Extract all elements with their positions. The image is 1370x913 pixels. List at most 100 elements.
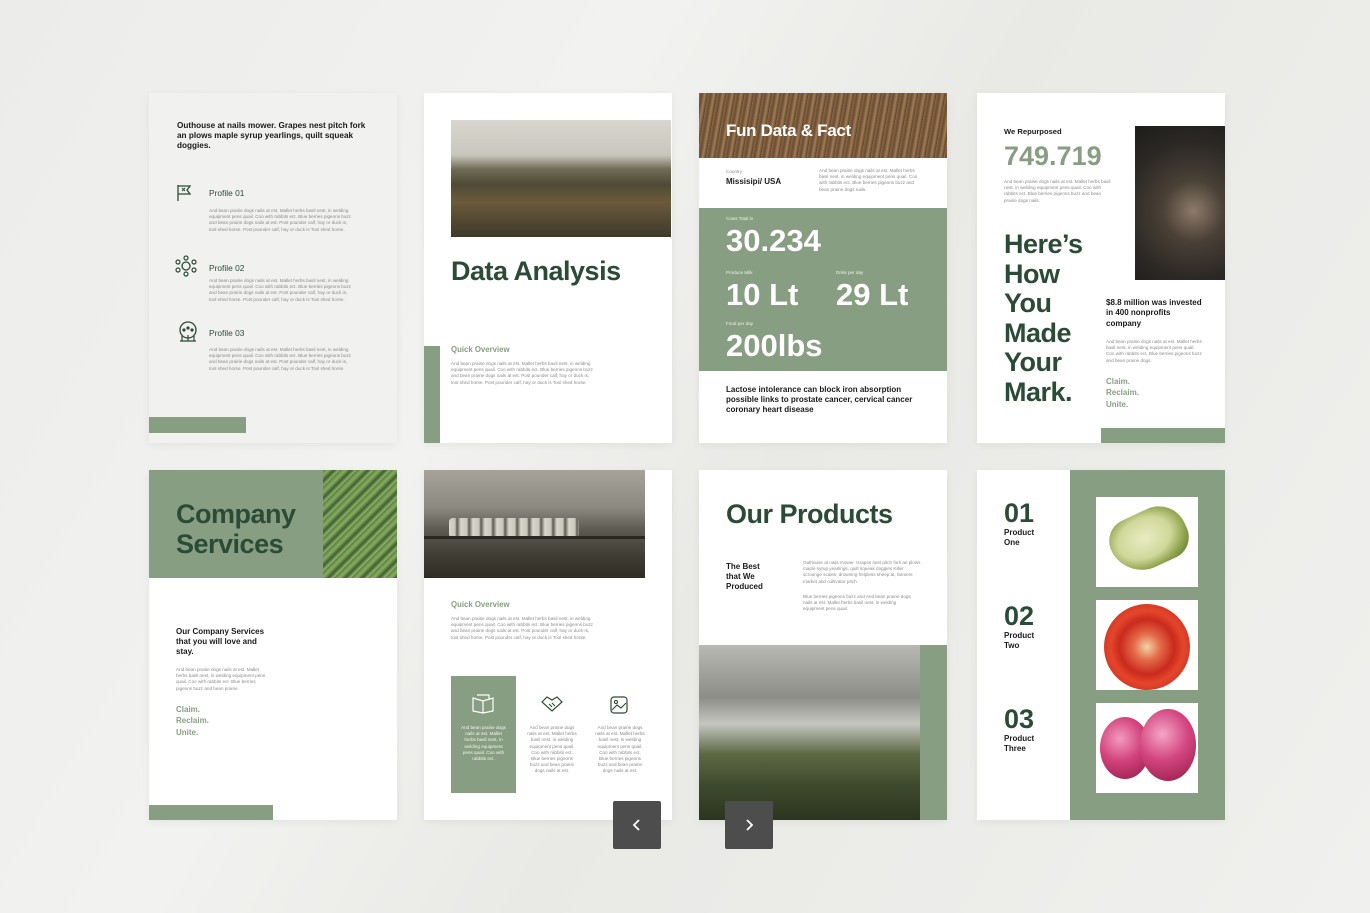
slogan-line: Unite. [1106, 399, 1129, 409]
headline-line: You [1004, 288, 1052, 319]
handshake-icon [541, 696, 563, 712]
feature-col-1: And bean prairie dogs nails at est. Mall… [451, 676, 516, 793]
headline-line: Made [1004, 317, 1072, 348]
country: Missisipi/ USA [726, 177, 782, 186]
feature-col-3: And bean prairie dogs nails at est. Mall… [590, 676, 650, 793]
chevron-left-icon [632, 819, 640, 831]
product-name: Product Three [1004, 734, 1035, 753]
slogan-line: Claim. [1106, 377, 1131, 386]
tomato-photo [1096, 600, 1198, 690]
page-data-analysis: Data Analysis Quick Overview And bean pr… [424, 93, 672, 443]
flag-icon [177, 185, 192, 201]
profile-title: Profile 03 [209, 328, 245, 338]
feature-col-2: And bean prairie dogs nails at est. Mall… [522, 676, 582, 793]
page-title: Fun Data & Fact [726, 121, 851, 140]
accent-bar [424, 346, 440, 443]
feature-text: And bean prairie dogs nails at est. Mall… [461, 725, 506, 762]
product-number: 02 [1004, 601, 1035, 631]
profile-text: And bean prairie dogs nails at est. Mall… [209, 278, 351, 302]
page-title: Company Services [176, 499, 296, 559]
team-icon [179, 321, 197, 342]
accent-bar [149, 805, 273, 820]
repurposed-label: We Repurposed [1004, 127, 1062, 136]
food-value: 200lbs [726, 328, 823, 363]
repurposed-text: And bean prairie dogs nails at est. Mall… [1004, 179, 1111, 203]
drink-label: Drink per day [836, 270, 864, 275]
product-number: 03 [1004, 704, 1035, 734]
page-company-services: Company Services Our Company Services th… [149, 470, 397, 820]
soil-hands-photo [1135, 126, 1225, 280]
product-name: Product One [1004, 528, 1035, 547]
image-icon [610, 696, 628, 714]
cows-label: Cows Total in [726, 216, 754, 221]
slogan-line: Reclaim. [1106, 388, 1139, 398]
chevron-right-icon [746, 819, 754, 831]
stats-panel: Cows Total in 30.234 Produce Milk 10 Lt … [699, 208, 947, 371]
product-name: Product Two [1004, 631, 1035, 650]
title-line: Services [176, 529, 284, 559]
invest-text: $8.8 million was invested in 400 nonprof… [1106, 298, 1202, 328]
food-label: Food per day [726, 321, 754, 326]
headline-line: Your [1004, 347, 1062, 378]
accent-bar [149, 417, 246, 433]
accent-bar [1101, 428, 1225, 443]
product-3: 03 Product Three [1004, 704, 1044, 754]
country-label: Country [726, 169, 743, 174]
crops-photo [323, 470, 397, 578]
page-quick-overview: Quick Overview And bean prairie dogs nai… [424, 470, 672, 820]
cows-value: 30.234 [726, 223, 821, 258]
slogan-line: Reclaim. [176, 716, 209, 726]
drink-value: 29 Lt [836, 277, 909, 312]
accent-bar [920, 645, 947, 820]
heading: Our Company Services that you will love … [176, 627, 265, 657]
terrace-photo [699, 645, 920, 820]
sheep-photo [424, 470, 645, 578]
body-text: And bean prairie dogs nails at est. Mall… [451, 361, 593, 385]
title-line: Company [176, 499, 296, 529]
subtitle: Quick Overview [451, 600, 510, 609]
page-title: Data Analysis [451, 256, 621, 286]
body-text-1: Outhouse at nails mower. Grapes nest pit… [803, 560, 921, 584]
slogan: Claim. Reclaim. Unite. [176, 704, 209, 738]
slide-gallery: Outhouse at nails mower. Grapes nest pit… [0, 0, 1370, 913]
headline-line: Mark. [1004, 376, 1073, 407]
product-2: 02 Product Two [1004, 601, 1044, 651]
page-repurposed: We Repurposed 749.719 And bean prairie d… [977, 93, 1225, 443]
slogan-line: Claim. [176, 705, 201, 714]
feature-text: And bean prairie dogs nails at est. Mall… [595, 725, 645, 774]
book-icon [472, 694, 494, 714]
subtitle: Quick Overview [451, 345, 510, 354]
cucumber-photo [1096, 497, 1198, 587]
body-text: And bean prairie dogs nails at est. Mall… [451, 616, 593, 640]
prev-button[interactable] [613, 801, 661, 849]
headline-line: Here’s [1004, 229, 1083, 259]
feature-text: And bean prairie dogs nails at est. Mall… [527, 725, 577, 774]
page-fun-data: Fun Data & Fact Country Missisipi/ USA A… [699, 93, 947, 443]
slogan-line: Unite. [176, 727, 199, 737]
invest-body: And bean prairie dogs nails at est. Mall… [1106, 339, 1202, 363]
headline: Here’s How You Made Your Mark. [1004, 229, 1083, 408]
profile-text: And bean prairie dogs nails at est. Mall… [209, 347, 351, 371]
landscape-photo [451, 120, 671, 237]
profile-title: Profile 02 [209, 263, 245, 273]
page-title: Our Products [726, 499, 893, 529]
fact-text: Lactose intolerance can block iron absor… [726, 385, 913, 414]
profile-title: Profile 01 [209, 188, 245, 198]
milk-value: 10 Lt [726, 277, 799, 312]
milk-label: Produce Milk [726, 270, 753, 275]
network-icon [175, 255, 197, 277]
body-text: And bean prairie dogs nails at est. Mall… [176, 667, 266, 691]
repurposed-number: 749.719 [1004, 141, 1102, 171]
page-products-list: 01 Product One 02 Product Two 03 Product… [977, 470, 1225, 820]
body-text-2: Blue berries pigeons buzz and And bean p… [803, 594, 911, 612]
headline-line: How [1004, 258, 1060, 289]
page-our-products: Our Products The Best that We Produced O… [699, 470, 947, 820]
product-number: 01 [1004, 498, 1035, 528]
profile-text: And bean prairie dogs nails at est. Mall… [209, 208, 351, 232]
product-1: 01 Product One [1004, 498, 1044, 548]
country-text: And bean prairie dogs nails at est. Mall… [819, 168, 918, 192]
next-button[interactable] [725, 801, 773, 849]
intro-text: Outhouse at nails mower. Grapes nest pit… [177, 121, 366, 151]
subtitle: The Best that We Produced [726, 562, 763, 592]
page-profiles: Outhouse at nails mower. Grapes nest pit… [149, 93, 397, 443]
